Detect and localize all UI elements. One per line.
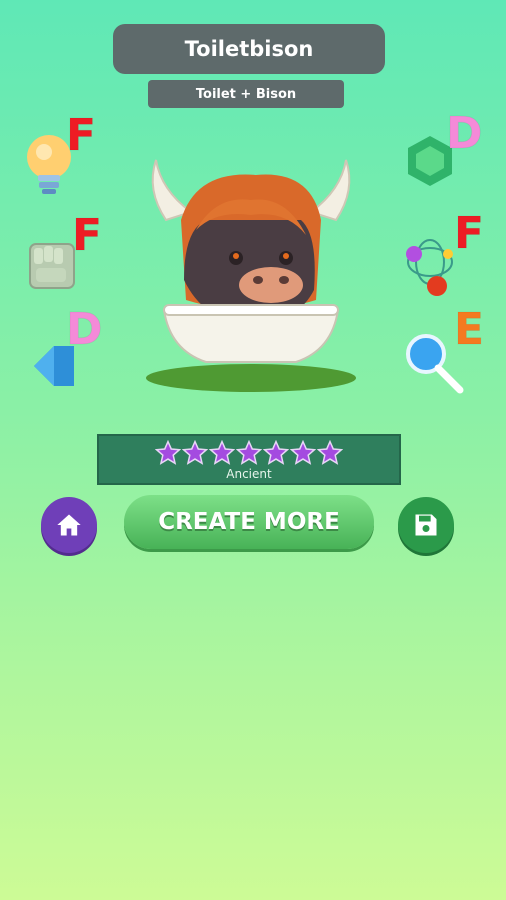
star-icon [317,440,343,466]
rarity-stars [99,440,399,466]
star-icon [182,440,208,466]
star-icon [263,440,289,466]
toiletbison-illustration [146,159,356,392]
create-more-button[interactable]: CREATE MORE [124,495,374,549]
stat-grade: D [66,304,104,355]
floppy-disk-icon [415,514,437,536]
star-icon [290,440,316,466]
stat-lightbulb: F [22,112,122,202]
rarity-label: Ancient [226,467,272,481]
save-button[interactable] [398,497,454,553]
stat-gem: D [400,108,500,198]
stat-fist: F [22,212,122,302]
star-icon [236,440,262,466]
stat-grade: F [453,208,485,259]
stat-arrow: D [22,306,122,396]
stat-orbit: F [400,210,500,300]
orbit-icon [406,239,453,296]
home-icon [57,514,81,536]
creature-recipe: Toilet + Bison [195,86,297,102]
star-icon [209,440,235,466]
creature-name-banner: Toiletbison [113,24,385,74]
stat-grade: D [446,108,484,159]
stat-grade: F [71,210,103,261]
creature-recipe-banner: Toilet + Bison [148,80,344,108]
stat-magnifier: E [400,306,500,396]
creature-name: Toiletbison [184,37,314,61]
create-more-label: CREATE MORE [158,509,340,535]
star-icon [155,440,181,466]
stat-grade: F [65,110,97,161]
rarity-panel: Ancient [97,434,401,485]
stat-grade: E [453,304,485,355]
home-button[interactable] [41,497,97,553]
